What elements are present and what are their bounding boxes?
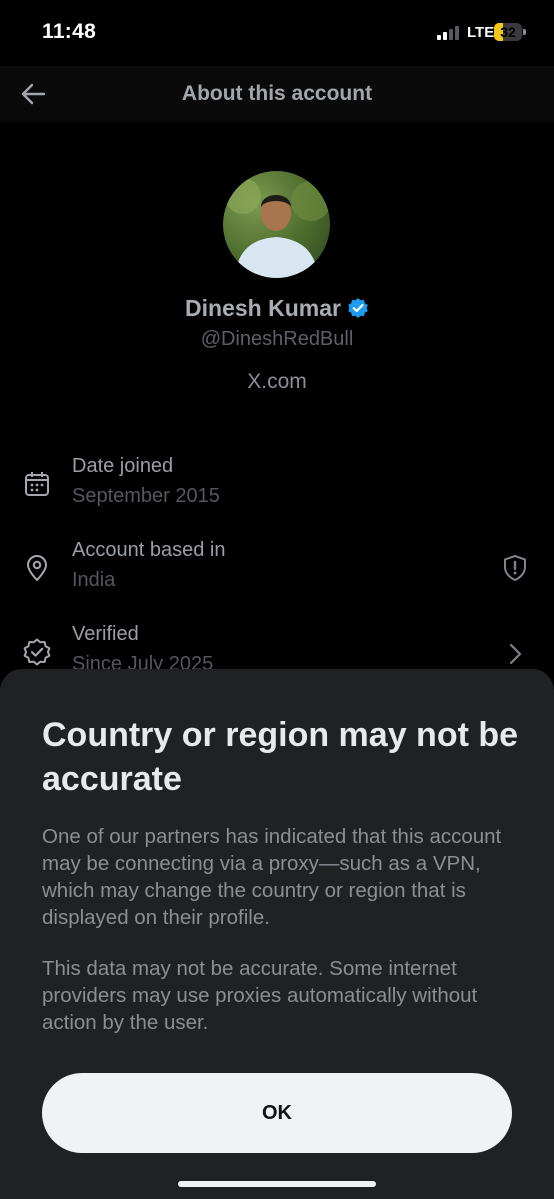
nav-bar: About this account bbox=[0, 66, 554, 122]
status-bar: 11:48 LTE 32 bbox=[0, 0, 554, 66]
calendar-icon bbox=[25, 472, 49, 496]
detail-account-based-in[interactable]: Account based in India bbox=[0, 539, 554, 619]
profile-domain: X.com bbox=[247, 370, 307, 393]
network-label: LTE bbox=[467, 24, 495, 41]
page-title: About this account bbox=[181, 82, 373, 105]
home-indicator[interactable] bbox=[178, 1181, 376, 1187]
verified-badge-icon bbox=[348, 298, 368, 318]
bottom-sheet: Country or region may not be accurate On… bbox=[0, 669, 554, 1199]
avatar bbox=[223, 171, 330, 278]
verified-check-icon bbox=[23, 638, 51, 666]
detail-value: India bbox=[72, 569, 116, 591]
shield-alert-icon[interactable] bbox=[500, 553, 530, 583]
detail-label: Account based in bbox=[72, 539, 226, 561]
location-pin-icon bbox=[27, 555, 47, 581]
profile-name: Dinesh Kumar bbox=[185, 295, 341, 321]
sheet-paragraph: This data may not be accurate. Some inte… bbox=[42, 957, 478, 1034]
battery-level: 32 bbox=[500, 24, 516, 40]
detail-label: Date joined bbox=[72, 455, 174, 477]
avatar-photo bbox=[225, 178, 330, 278]
profile-name-row: Dinesh Kumar bbox=[0, 295, 554, 322]
detail-value: September 2015 bbox=[72, 485, 220, 507]
sheet-title: Country or region may not be accurate bbox=[42, 716, 519, 798]
battery-icon: 32 bbox=[494, 23, 526, 42]
detail-date-joined: Date joined September 2015 bbox=[0, 455, 554, 535]
signal-icon bbox=[437, 26, 459, 40]
detail-label: Verified bbox=[72, 623, 139, 645]
sheet-paragraph: One of our partners has indicated that t… bbox=[42, 825, 502, 929]
chevron-right-icon[interactable] bbox=[500, 639, 530, 669]
profile-handle: @DineshRedBull bbox=[200, 328, 354, 350]
ok-button[interactable]: OK bbox=[42, 1073, 512, 1153]
status-time: 11:48 bbox=[42, 20, 97, 43]
